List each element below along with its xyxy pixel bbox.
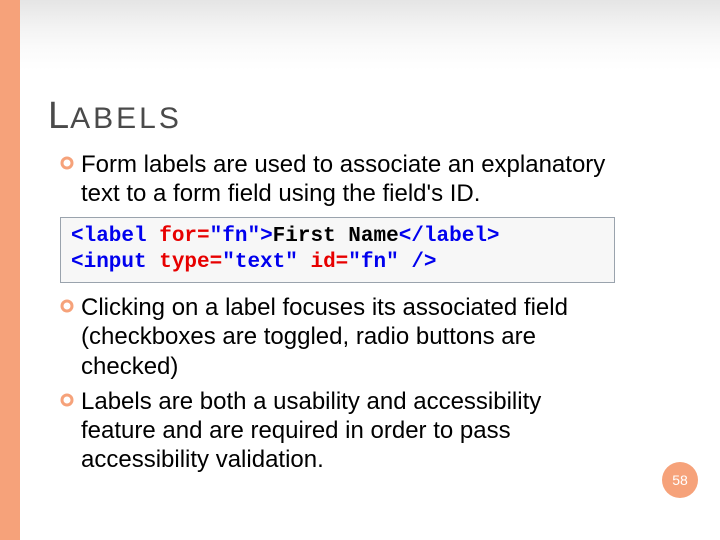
code-token: <label bbox=[71, 225, 147, 248]
code-token: "fn" bbox=[348, 251, 398, 274]
code-token: /> bbox=[399, 251, 437, 274]
page-number: 58 bbox=[672, 472, 688, 488]
code-line: <label for="fn">First Name</label> bbox=[71, 224, 604, 250]
code-token: id= bbox=[298, 251, 348, 274]
left-accent-bar bbox=[0, 0, 20, 540]
code-token: "text" bbox=[222, 251, 298, 274]
code-token: type= bbox=[147, 251, 223, 274]
bullet-text: Clicking on a label focuses its associat… bbox=[81, 293, 620, 381]
title-initial: L bbox=[48, 95, 70, 137]
bullet-text: Labels are both a usability and accessib… bbox=[81, 387, 620, 475]
slide-title: LABELS bbox=[48, 95, 182, 138]
code-token: </label> bbox=[399, 225, 500, 248]
slide-content: Form labels are used to associate an exp… bbox=[60, 150, 620, 481]
top-gradient bbox=[20, 0, 720, 70]
ring-bullet-icon bbox=[60, 299, 74, 313]
code-token: <input bbox=[71, 251, 147, 274]
bullet-item: Form labels are used to associate an exp… bbox=[60, 150, 620, 209]
bullet-item: Labels are both a usability and accessib… bbox=[60, 387, 620, 475]
code-token: > bbox=[260, 225, 273, 248]
ring-bullet-icon bbox=[60, 393, 74, 407]
slide: LABELS Form labels are used to associate… bbox=[0, 0, 720, 540]
ring-bullet-icon bbox=[60, 156, 74, 170]
page-number-badge: 58 bbox=[662, 462, 698, 498]
code-token: "fn" bbox=[210, 225, 260, 248]
bullet-text: Form labels are used to associate an exp… bbox=[81, 150, 620, 209]
code-line: <input type="text" id="fn" /> bbox=[71, 250, 604, 276]
title-rest: ABELS bbox=[70, 102, 182, 135]
code-example-box: <label for="fn">First Name</label> <inpu… bbox=[60, 217, 615, 284]
bullet-item: Clicking on a label focuses its associat… bbox=[60, 293, 620, 381]
code-token: First Name bbox=[273, 225, 399, 248]
code-token: for= bbox=[147, 225, 210, 248]
